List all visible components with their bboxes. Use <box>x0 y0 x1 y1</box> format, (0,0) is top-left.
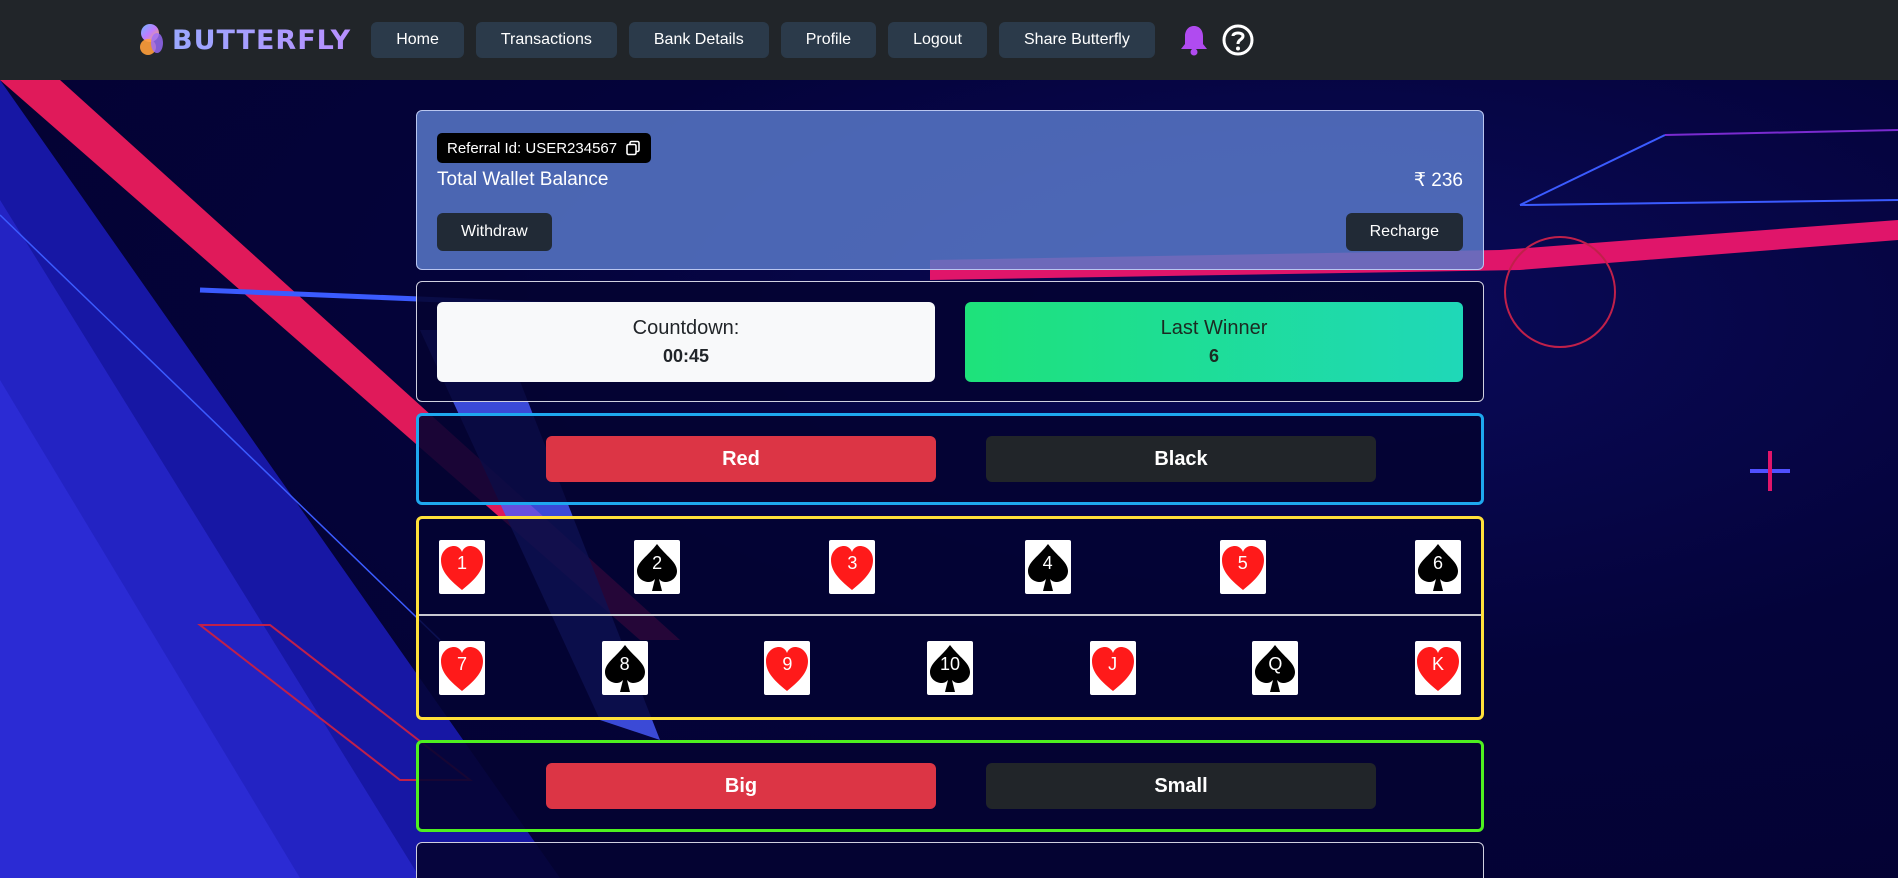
help-icon <box>1222 24 1254 56</box>
countdown-value: 00:45 <box>662 346 710 366</box>
black-bet-button[interactable]: Black <box>986 436 1376 482</box>
card-bet-panel: 1 2 3 4 5 6 7 8 9 10 J Q K <box>416 516 1484 720</box>
color-bet-panel: Red Black <box>416 413 1484 505</box>
butterfly-logo-icon <box>140 24 163 55</box>
help-button[interactable] <box>1221 23 1255 57</box>
recharge-button[interactable]: Recharge <box>1345 213 1463 251</box>
card-label: 5 <box>1237 553 1248 573</box>
withdraw-button[interactable]: Withdraw <box>437 213 552 251</box>
card-6[interactable]: 6 <box>1415 540 1461 594</box>
last-winner-value: 6 <box>1208 346 1219 366</box>
last-winner-box: Last Winner 6 <box>965 302 1463 382</box>
card-label: 7 <box>456 654 467 674</box>
card-4[interactable]: 4 <box>1024 540 1071 594</box>
card-label: 1 <box>456 553 467 573</box>
card-5[interactable]: 5 <box>1219 540 1266 594</box>
game-status-panel: Countdown: 00:45 Last Winner 6 <box>416 281 1484 402</box>
last-winner-label: Last Winner <box>1160 317 1268 339</box>
brand-logo[interactable]: BUTTERFLY <box>138 23 351 57</box>
card-2[interactable]: 2 <box>634 540 681 594</box>
countdown-label: Countdown: <box>632 317 740 339</box>
size-bet-panel: Big Small <box>416 740 1484 832</box>
wallet-balance-label: Total Wallet Balance <box>437 169 609 190</box>
card-label: 8 <box>619 654 630 674</box>
card-10[interactable]: 10 <box>927 641 973 695</box>
card-J[interactable]: J <box>1089 641 1136 695</box>
card-3[interactable]: 3 <box>829 540 876 594</box>
referral-badge[interactable]: Referral Id: USER234567 <box>437 133 652 163</box>
notifications-button[interactable] <box>1179 24 1209 56</box>
card-label: J <box>1108 654 1118 674</box>
card-1[interactable]: 1 <box>439 540 485 594</box>
small-bet-button[interactable]: Small <box>986 763 1376 809</box>
card-row-1: 1 2 3 4 5 6 <box>419 519 1481 616</box>
countdown-box: Countdown: 00:45 <box>437 302 935 382</box>
top-navbar: BUTTERFLY Home Transactions Bank Details… <box>0 0 1898 80</box>
card-row-2: 7 8 9 10 J Q K <box>419 620 1481 717</box>
card-label: 4 <box>1042 553 1053 573</box>
card-label: 3 <box>847 553 858 573</box>
copy-icon[interactable] <box>625 140 641 156</box>
bottom-panel <box>416 842 1484 878</box>
card-K[interactable]: K <box>1415 641 1461 695</box>
nav-transactions-button[interactable]: Transactions <box>475 22 617 58</box>
nav-logout-button[interactable]: Logout <box>888 22 987 58</box>
big-bet-button[interactable]: Big <box>546 763 936 809</box>
card-9[interactable]: 9 <box>764 641 811 695</box>
card-label: 6 <box>1432 553 1443 573</box>
referral-id-text: Referral Id: USER234567 <box>447 139 618 157</box>
card-label: K <box>1431 654 1444 674</box>
card-Q[interactable]: Q <box>1252 641 1299 695</box>
card-8[interactable]: 8 <box>601 641 648 695</box>
wallet-panel: Referral Id: USER234567 Total Wallet Bal… <box>416 110 1484 270</box>
bell-icon <box>1180 26 1207 56</box>
nav-profile-button[interactable]: Profile <box>780 22 877 58</box>
nav-bank-details-button[interactable]: Bank Details <box>628 22 769 58</box>
card-label: 2 <box>652 553 663 573</box>
card-label: Q <box>1268 654 1283 674</box>
nav-home-button[interactable]: Home <box>371 22 464 58</box>
card-label: 9 <box>782 654 793 674</box>
nav-share-button[interactable]: Share Butterfly <box>999 22 1155 58</box>
brand-name: BUTTERFLY <box>172 24 352 56</box>
wallet-balance-amount: ₹ 236 <box>1413 170 1463 191</box>
card-label: 10 <box>939 654 961 674</box>
red-bet-button[interactable]: Red <box>546 436 936 482</box>
card-7[interactable]: 7 <box>439 641 485 695</box>
